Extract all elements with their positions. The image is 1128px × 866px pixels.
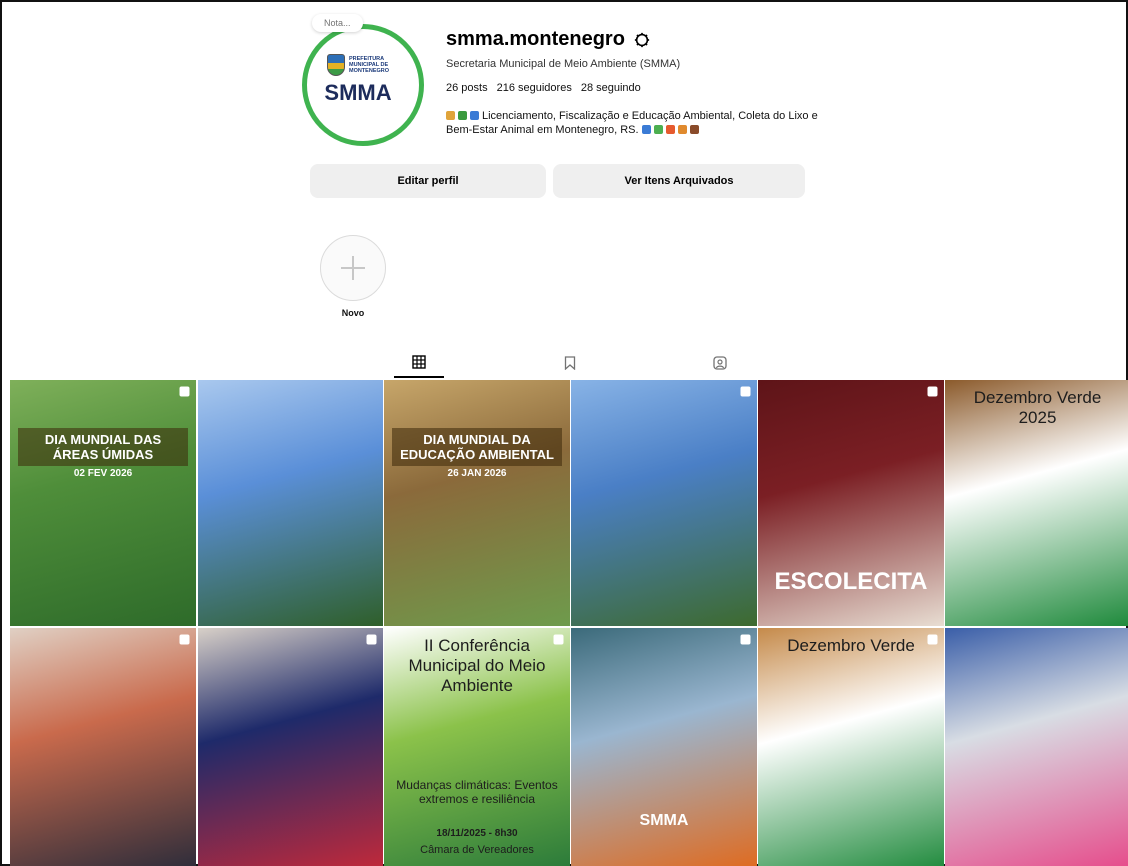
carousel-icon bbox=[927, 634, 938, 645]
post-date: 02 FEV 2026 bbox=[73, 468, 133, 479]
avatar-prefeitura-text: PREFEITURA MUNICIPAL DE MONTENEGRO bbox=[348, 56, 390, 74]
avatar-logo-text: SMMA bbox=[324, 80, 392, 105]
username: smma.montenegro bbox=[446, 28, 625, 50]
bio-emoji-2 bbox=[653, 125, 663, 134]
carousel-icon-shape bbox=[179, 386, 190, 397]
carousel-icon-shape bbox=[740, 386, 751, 397]
username-row: smma.montenegro bbox=[446, 28, 651, 51]
bio-emoji-group-1 bbox=[446, 110, 482, 122]
avatar-crest-row: PREFEITURA MUNICIPAL DE MONTENEGRO bbox=[326, 54, 390, 76]
tagged-user-icon bbox=[713, 356, 727, 370]
carousel-icon-shape bbox=[553, 634, 564, 645]
profile-bio: Licenciamento, Fiscalização e Educação A… bbox=[446, 109, 866, 137]
posts-count: 26 posts bbox=[446, 82, 488, 94]
tab-tagged[interactable] bbox=[695, 348, 745, 378]
bio-emoji-1 bbox=[641, 125, 651, 134]
carousel-icon bbox=[553, 634, 564, 645]
profile-stats: 26 posts 216 seguidores 28 seguindo bbox=[446, 82, 641, 94]
avatar-image: PREFEITURA MUNICIPAL DE MONTENEGRO SMMA bbox=[310, 32, 406, 128]
carousel-icon-shape bbox=[740, 634, 751, 645]
carousel-icon bbox=[179, 386, 190, 397]
post-tile[interactable] bbox=[945, 628, 1128, 866]
post-tile[interactable]: ESCOLECITA bbox=[758, 380, 944, 626]
bio-text-2: Bem-Estar Animal em Montenegro, RS. bbox=[446, 124, 639, 136]
bio-emoji-3 bbox=[470, 111, 479, 120]
post-tile[interactable]: SMMA bbox=[571, 628, 757, 866]
grid-icon bbox=[412, 355, 426, 369]
carousel-icon-shape bbox=[927, 634, 938, 645]
settings-gear-icon[interactable] bbox=[633, 31, 651, 49]
bio-emoji-1 bbox=[446, 111, 455, 120]
post-title: Dezembro Verde 2025 bbox=[973, 388, 1102, 427]
post-tile[interactable] bbox=[198, 628, 383, 866]
post-title: II Conferência Municipal do Meio Ambient… bbox=[408, 636, 546, 695]
tab-saved[interactable] bbox=[545, 348, 595, 378]
post-title: ESCOLECITA bbox=[774, 568, 928, 595]
view-archive-button[interactable]: Ver Itens Arquivados bbox=[553, 164, 805, 198]
post-title: DIA MUNDIAL DAS ÁREAS ÚMIDAS bbox=[18, 428, 188, 466]
post-tile[interactable]: II Conferência Municipal do Meio Ambient… bbox=[384, 628, 570, 866]
post-tile[interactable]: DIA MUNDIAL DAS ÁREAS ÚMIDAS 02 FEV 2026 bbox=[10, 380, 196, 626]
post-tile[interactable]: DIA MUNDIAL DA EDUCAÇÃO AMBIENTAL 26 JAN … bbox=[384, 380, 570, 626]
note-bubble[interactable]: Nota... bbox=[312, 14, 363, 32]
new-highlight-label: Novo bbox=[341, 308, 365, 318]
posts-grid: DIA MUNDIAL DAS ÁREAS ÚMIDAS 02 FEV 2026 D… bbox=[10, 380, 1128, 866]
carousel-icon bbox=[366, 634, 377, 645]
carousel-icon bbox=[740, 634, 751, 645]
tab-posts[interactable] bbox=[394, 348, 444, 378]
bio-line-1: Licenciamento, Fiscalização e Educação A… bbox=[446, 109, 866, 123]
carousel-icon bbox=[740, 386, 751, 397]
bio-emoji-group-2 bbox=[641, 124, 702, 136]
post-place: Câmara de Vereadores bbox=[420, 844, 534, 856]
post-title: SMMA bbox=[639, 812, 689, 829]
plus-icon bbox=[341, 256, 365, 280]
carousel-icon-shape bbox=[927, 386, 938, 397]
followers-count[interactable]: 216 seguidores bbox=[497, 82, 572, 94]
bookmark-icon bbox=[564, 356, 576, 370]
post-title: DIA MUNDIAL DA EDUCAÇÃO AMBIENTAL bbox=[392, 428, 562, 466]
coat-of-arms-icon bbox=[326, 54, 345, 76]
post-tile[interactable]: Dezembro Verde 2025 bbox=[945, 380, 1128, 626]
post-title: Dezembro Verde bbox=[787, 636, 915, 655]
carousel-icon-shape bbox=[366, 634, 377, 645]
post-tile[interactable] bbox=[10, 628, 196, 866]
bio-emoji-4 bbox=[677, 125, 687, 134]
post-tile[interactable] bbox=[198, 380, 383, 626]
carousel-icon bbox=[179, 634, 190, 645]
profile-full-name: Secretaria Municipal de Meio Ambiente (S… bbox=[446, 58, 681, 70]
profile-avatar[interactable]: PREFEITURA MUNICIPAL DE MONTENEGRO SMMA … bbox=[302, 14, 424, 146]
following-count[interactable]: 28 seguindo bbox=[581, 82, 641, 94]
post-subtitle: Mudanças climáticas: Eventos extremos e … bbox=[396, 778, 558, 806]
bio-line-2: Bem-Estar Animal em Montenegro, RS. bbox=[446, 123, 866, 137]
bio-emoji-2 bbox=[458, 111, 467, 120]
post-tile[interactable] bbox=[571, 380, 757, 626]
post-date: 18/11/2025 - 8h30 bbox=[436, 828, 518, 839]
post-tile[interactable]: Dezembro Verde bbox=[758, 628, 944, 866]
profile-tabs bbox=[0, 348, 1128, 378]
bio-text-1: Licenciamento, Fiscalização e Educação A… bbox=[482, 110, 818, 122]
carousel-icon-shape bbox=[179, 634, 190, 645]
carousel-icon bbox=[927, 386, 938, 397]
post-date: 26 JAN 2026 bbox=[447, 468, 507, 479]
bio-emoji-5 bbox=[689, 125, 699, 134]
edit-profile-button[interactable]: Editar perfil bbox=[310, 164, 546, 198]
bio-emoji-3 bbox=[665, 125, 675, 134]
new-highlight-button[interactable] bbox=[320, 235, 386, 301]
